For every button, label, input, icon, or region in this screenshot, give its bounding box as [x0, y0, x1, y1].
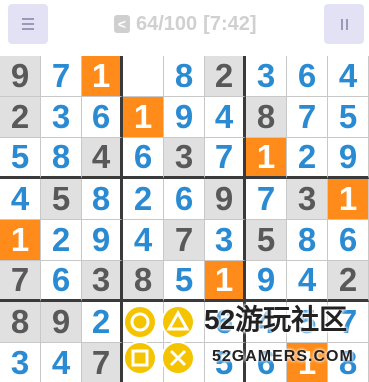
board-cell[interactable]: 5	[164, 261, 205, 302]
chevron-left-icon[interactable]: <	[114, 15, 130, 33]
board-cell[interactable]: 2	[328, 261, 369, 302]
board-cell[interactable]: 4	[0, 179, 41, 220]
board-cell[interactable]: 7	[82, 343, 123, 382]
board-cell[interactable]: 9	[123, 343, 164, 382]
timer: [7:42]	[203, 12, 257, 35]
board-cell[interactable]: 9	[164, 97, 205, 138]
top-bar: < 64/100 [7:42]	[0, 0, 369, 52]
board-cell[interactable]: 2	[0, 97, 41, 138]
pause-button[interactable]	[324, 4, 364, 44]
board-cell[interactable]: 9	[205, 179, 246, 220]
board-cell[interactable]: 1	[123, 97, 164, 138]
board-cell[interactable]: 8	[246, 97, 287, 138]
board-cell[interactable]: 5	[41, 179, 82, 220]
board-cell[interactable]: 6	[287, 56, 328, 97]
board-cell[interactable]: 1	[287, 343, 328, 382]
board-cell[interactable]: 2	[82, 302, 123, 343]
board-cell[interactable]: 7	[287, 97, 328, 138]
board-cell[interactable]: 2	[123, 179, 164, 220]
board-cell[interactable]: 4	[123, 220, 164, 261]
board-cell[interactable]: 4	[328, 56, 369, 97]
board-cell[interactable]: 9	[0, 56, 41, 97]
board-cell[interactable]: 4	[205, 97, 246, 138]
board-cell[interactable]: 6	[123, 138, 164, 179]
board-cell[interactable]: 4	[82, 138, 123, 179]
board-cell[interactable]: 4	[41, 343, 82, 382]
board-cell[interactable]: 3	[205, 220, 246, 261]
board-cell[interactable]: 8	[0, 302, 41, 343]
board-cell[interactable]: 7	[246, 179, 287, 220]
board-cell[interactable]: 6	[246, 343, 287, 382]
pause-icon	[340, 18, 348, 30]
board-cell[interactable]: 7	[0, 261, 41, 302]
board-cell[interactable]: 8	[287, 220, 328, 261]
board-cell[interactable]: 7	[205, 138, 246, 179]
progress-counter: 64/100	[136, 12, 198, 35]
board-cell[interactable]: 7	[164, 220, 205, 261]
board-cell[interactable]: 4	[246, 302, 287, 343]
board-cell[interactable]: 3	[41, 97, 82, 138]
board-cell[interactable]: 4	[287, 261, 328, 302]
board-cell[interactable]: 8	[164, 56, 205, 97]
board-cell[interactable]: 8	[123, 261, 164, 302]
board-cell[interactable]: 3	[164, 138, 205, 179]
board-cell[interactable]: 2	[205, 56, 246, 97]
board-cell[interactable]: 5	[123, 302, 164, 343]
board-cell[interactable]	[123, 56, 164, 97]
board-cell[interactable]: 8	[328, 343, 369, 382]
board-cell[interactable]: 4	[164, 302, 205, 343]
board-cell[interactable]: 1	[82, 56, 123, 97]
board-cell[interactable]: 1	[0, 220, 41, 261]
board-cell[interactable]: 6	[205, 302, 246, 343]
board-cell[interactable]: 7	[41, 56, 82, 97]
board-cell[interactable]: 2	[41, 220, 82, 261]
menu-button[interactable]	[8, 4, 48, 44]
board-cell[interactable]: 6	[164, 179, 205, 220]
board-cell[interactable]: 1	[328, 179, 369, 220]
board-cell[interactable]: 3	[287, 179, 328, 220]
board-cell[interactable]: 1	[205, 261, 246, 302]
board-cell[interactable]: 9	[41, 302, 82, 343]
board-cell[interactable]: 5	[0, 138, 41, 179]
board-cell[interactable]: 2	[287, 138, 328, 179]
game-status: < 64/100 [7:42]	[114, 12, 257, 36]
board-cell[interactable]: 1	[246, 138, 287, 179]
board-cell[interactable]: 8	[82, 179, 123, 220]
sudoku-board: 9718236423619487558463712945826973112947…	[0, 56, 369, 382]
board-cell[interactable]: 5	[328, 97, 369, 138]
board-cell[interactable]: 3	[246, 56, 287, 97]
board-cell[interactable]: 9	[246, 261, 287, 302]
board-cell[interactable]: 9	[82, 220, 123, 261]
board-cell[interactable]: 5	[205, 343, 246, 382]
board-cell[interactable]: 9	[328, 138, 369, 179]
menu-icon	[22, 18, 34, 30]
board-cell[interactable]: 6	[82, 97, 123, 138]
board-cell[interactable]	[164, 343, 205, 382]
board-cell[interactable]: 8	[41, 138, 82, 179]
board-cell[interactable]: 3	[0, 343, 41, 382]
board-cell[interactable]: 6	[41, 261, 82, 302]
board-cell[interactable]: 7	[328, 302, 369, 343]
board-cell[interactable]: 3	[82, 261, 123, 302]
board-cell[interactable]: 5	[246, 220, 287, 261]
board-cell[interactable]: 6	[328, 220, 369, 261]
board-cell[interactable]: 5	[287, 302, 328, 343]
